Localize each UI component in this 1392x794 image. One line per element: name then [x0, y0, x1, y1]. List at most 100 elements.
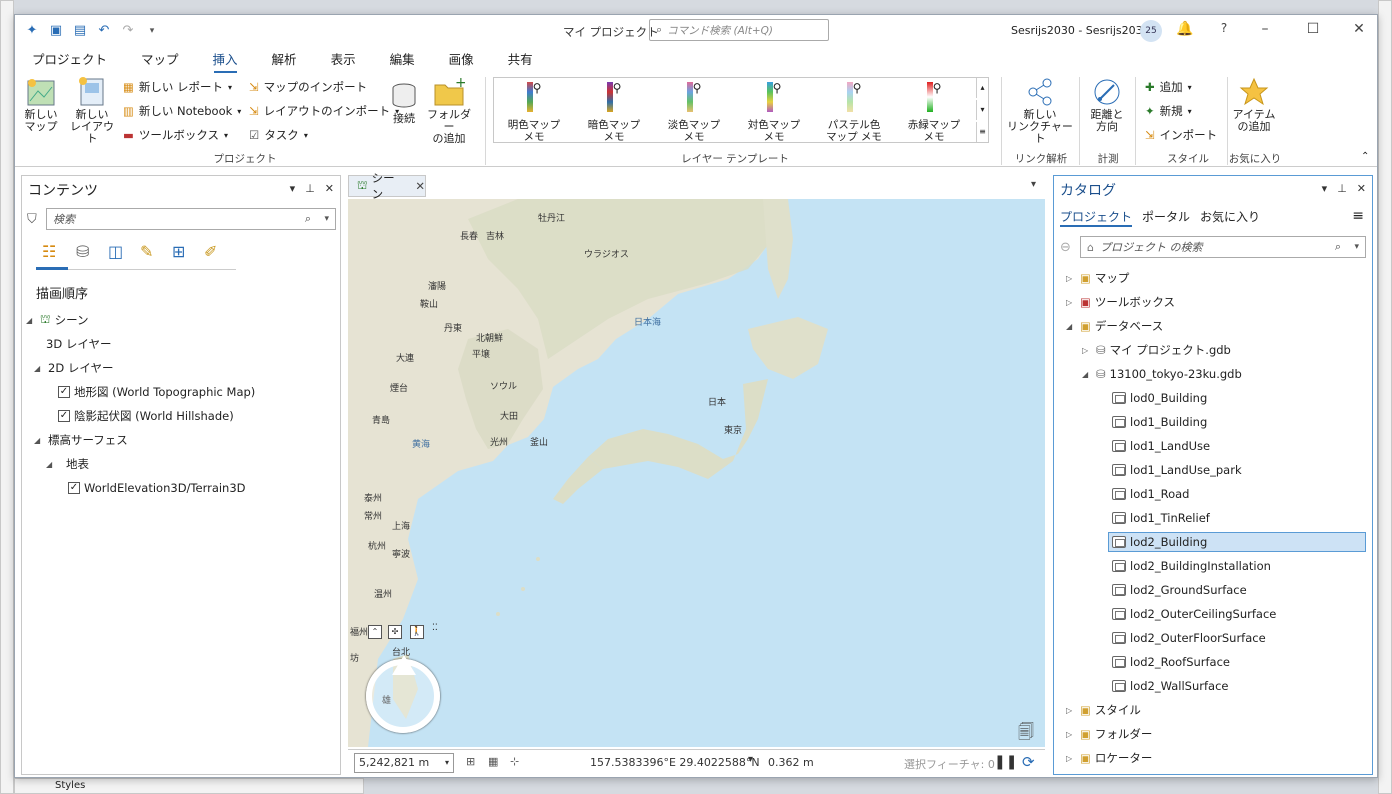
- chevron-down-icon[interactable]: ▾: [290, 182, 296, 195]
- avatar[interactable]: 25: [1140, 20, 1162, 42]
- dataset-item[interactable]: lod2_WallSurface: [1112, 676, 1228, 696]
- style-add-button[interactable]: ✚ 追加 ▾: [1145, 79, 1192, 95]
- collapsed-arrow-icon[interactable]: ▷: [1066, 754, 1076, 763]
- dataset-item[interactable]: lod2_BuildingInstallation: [1112, 556, 1271, 576]
- open-project-icon[interactable]: ▣: [47, 23, 65, 39]
- visibility-checkbox[interactable]: ✓: [58, 386, 70, 398]
- gallery-expand[interactable]: ≡: [976, 122, 988, 142]
- new-project-icon[interactable]: ✦: [23, 23, 41, 39]
- notification-bell-icon[interactable]: 🔔: [1175, 21, 1195, 37]
- scene-map-view[interactable]: 牡丹江 長春 吉林 ウラジオス 瀋陽 鞍山 丹東 北朝鮮 平壌 大連 ソウル 煙…: [348, 199, 1045, 747]
- visibility-checkbox[interactable]: ✓: [58, 410, 70, 422]
- compass-navigator[interactable]: [366, 655, 440, 733]
- tab-catalog-favorites[interactable]: お気に入り: [1200, 208, 1260, 227]
- pin-icon[interactable]: ⊥: [305, 182, 315, 195]
- tab-insert[interactable]: 挿入: [196, 49, 255, 73]
- collapsed-arrow-icon[interactable]: ▷: [1066, 274, 1076, 283]
- dataset-item-selected[interactable]: lod2_Building: [1108, 532, 1366, 552]
- customize-qa-icon[interactable]: ▾: [143, 23, 161, 39]
- collapsed-arrow-icon[interactable]: ▷: [1066, 298, 1076, 307]
- catalog-item-databases[interactable]: ◢ ▣ データベース: [1066, 316, 1163, 336]
- catalog-item-gdb-project[interactable]: ▷ ⛁ マイ プロジェクト.gdb: [1082, 340, 1231, 360]
- catalog-item-locators[interactable]: ▷ ▣ ロケーター: [1066, 748, 1152, 768]
- list-by-selection-icon[interactable]: ◫: [108, 242, 123, 261]
- dataset-item[interactable]: lod2_GroundSurface: [1112, 580, 1247, 600]
- tree-scene[interactable]: ◢ ⛫ シーン: [26, 310, 89, 330]
- collapsed-arrow-icon[interactable]: ▷: [1082, 346, 1092, 355]
- refresh-icon[interactable]: ⟳: [1022, 753, 1035, 771]
- filter-icon[interactable]: ⛉: [27, 212, 37, 227]
- dataset-item[interactable]: lod2_OuterCeilingSurface: [1112, 604, 1276, 624]
- import-layout-button[interactable]: ⇲ レイアウトのインポート ▾: [249, 103, 399, 119]
- tab-catalog-project[interactable]: プロジェクト: [1060, 208, 1133, 227]
- template-pastel-map[interactable]: ⚲ パステル色 マップ メモ: [818, 82, 890, 143]
- dataset-item[interactable]: lod0_Building: [1112, 388, 1207, 408]
- coordinate-format-chevron[interactable]: ▾: [748, 754, 753, 765]
- save-icon[interactable]: ▤: [71, 23, 89, 39]
- dataset-item[interactable]: lod2_OuterFloorSurface: [1112, 628, 1266, 648]
- catalog-item-gdb-tokyo[interactable]: ◢ ⛁ 13100_tokyo-23ku.gdb: [1082, 364, 1242, 384]
- dataset-item[interactable]: lod1_Road: [1112, 484, 1189, 504]
- maximize-button[interactable]: ☐: [1303, 21, 1323, 37]
- new-notebook-button[interactable]: ▥ 新しい Notebook ▾: [123, 103, 241, 119]
- list-by-drawing-order-icon[interactable]: ☷: [42, 242, 56, 261]
- grid-snap-icon[interactable]: ⊞: [466, 755, 475, 768]
- contents-search-input[interactable]: 検索 ⌕ ▾: [46, 208, 336, 230]
- close-icon[interactable]: ✕: [325, 182, 334, 195]
- close-icon[interactable]: ✕: [415, 179, 425, 193]
- template-muted-map[interactable]: ⚲ 淡色マップ メモ: [658, 82, 730, 143]
- pin-icon[interactable]: ⊥: [1337, 182, 1347, 195]
- close-icon[interactable]: ✕: [1357, 182, 1366, 195]
- catalog-item-folders[interactable]: ▷ ▣ フォルダー: [1066, 724, 1152, 744]
- menu-icon[interactable]: ≡: [1352, 208, 1364, 224]
- collapsed-arrow-icon[interactable]: ▷: [1066, 730, 1076, 739]
- toolbox-button[interactable]: ▬ ツールボックス ▾: [123, 127, 228, 143]
- tree-3d-layers[interactable]: 3D レイヤー: [46, 334, 111, 354]
- collapse-ribbon-icon[interactable]: ⌃: [1361, 151, 1369, 162]
- expanded-arrow-icon[interactable]: ◢: [34, 364, 44, 373]
- tree-hillshade-layer[interactable]: ✓ 陰影起伏図 (World Hillshade): [58, 406, 234, 426]
- tab-share[interactable]: 共有: [491, 49, 550, 71]
- dataset-item[interactable]: lod1_Building: [1112, 412, 1207, 432]
- full-extent-button[interactable]: ✣: [388, 625, 402, 639]
- tree-elevation-surfaces[interactable]: ◢ 標高サーフェス: [34, 430, 128, 450]
- distance-direction-button[interactable]: 距離と 方向: [1085, 77, 1129, 133]
- help-button[interactable]: ?: [1214, 21, 1234, 35]
- expanded-arrow-icon[interactable]: ◢: [1082, 370, 1092, 379]
- pause-drawing-button[interactable]: ❚❚: [994, 754, 1017, 770]
- tab-catalog-portal[interactable]: ポータル: [1142, 208, 1190, 227]
- signed-in-user[interactable]: Sesrijs2030 - Sesrijs2030: [1011, 24, 1150, 37]
- list-by-editing-icon[interactable]: ✎: [140, 242, 153, 261]
- tab-scene[interactable]: ⛫ シーン ✕: [348, 171, 426, 201]
- catalog-item-styles[interactable]: ▷ ▣ スタイル: [1066, 700, 1141, 720]
- list-by-snapping-icon[interactable]: ⊞: [172, 242, 185, 261]
- import-map-button[interactable]: ⇲ マップのインポート: [249, 79, 367, 95]
- tab-map[interactable]: マップ: [124, 49, 196, 71]
- connect-button[interactable]: 接続: [387, 81, 421, 125]
- expanded-arrow-icon[interactable]: ◢: [1066, 322, 1076, 331]
- dataset-item[interactable]: lod1_TinRelief: [1112, 508, 1210, 528]
- expanded-arrow-icon[interactable]: ◢: [46, 460, 56, 469]
- task-button[interactable]: ☑ タスク ▾: [249, 127, 308, 143]
- new-map-button[interactable]: 新しい マップ: [21, 77, 61, 133]
- undo-icon[interactable]: ↶: [95, 23, 113, 39]
- navigator-expand-button[interactable]: ⌃: [368, 625, 382, 639]
- map-view-options-icon[interactable]: 🗐: [1018, 721, 1034, 747]
- new-layout-button[interactable]: 新しい レイアウト: [65, 77, 119, 145]
- tree-ground[interactable]: ◢ 地表: [46, 454, 89, 474]
- back-icon[interactable]: ⊖: [1060, 240, 1071, 255]
- command-search-input[interactable]: ⌕ コマンド検索 (Alt+Q): [649, 19, 829, 41]
- dataset-item[interactable]: lod1_LandUse: [1112, 436, 1210, 456]
- new-link-chart-button[interactable]: 新しい リンクチャート: [1005, 77, 1075, 145]
- redo-icon[interactable]: ↷: [119, 23, 137, 39]
- close-window-button[interactable]: ✕: [1349, 21, 1369, 37]
- minimize-button[interactable]: –: [1255, 21, 1275, 37]
- new-report-button[interactable]: ▦ 新しい レポート ▾: [123, 79, 232, 95]
- list-by-source-icon[interactable]: ⛁: [76, 242, 89, 261]
- gallery-scroll-up[interactable]: ▴: [976, 78, 988, 98]
- list-by-labeling-icon[interactable]: ✐: [204, 242, 217, 261]
- expanded-arrow-icon[interactable]: ◢: [26, 316, 36, 325]
- catalog-search-input[interactable]: ⌂ プロジェクト の検索 ⌕ ▾: [1080, 236, 1366, 258]
- tab-analysis[interactable]: 解析: [255, 49, 314, 71]
- expanded-arrow-icon[interactable]: ◢: [34, 436, 44, 445]
